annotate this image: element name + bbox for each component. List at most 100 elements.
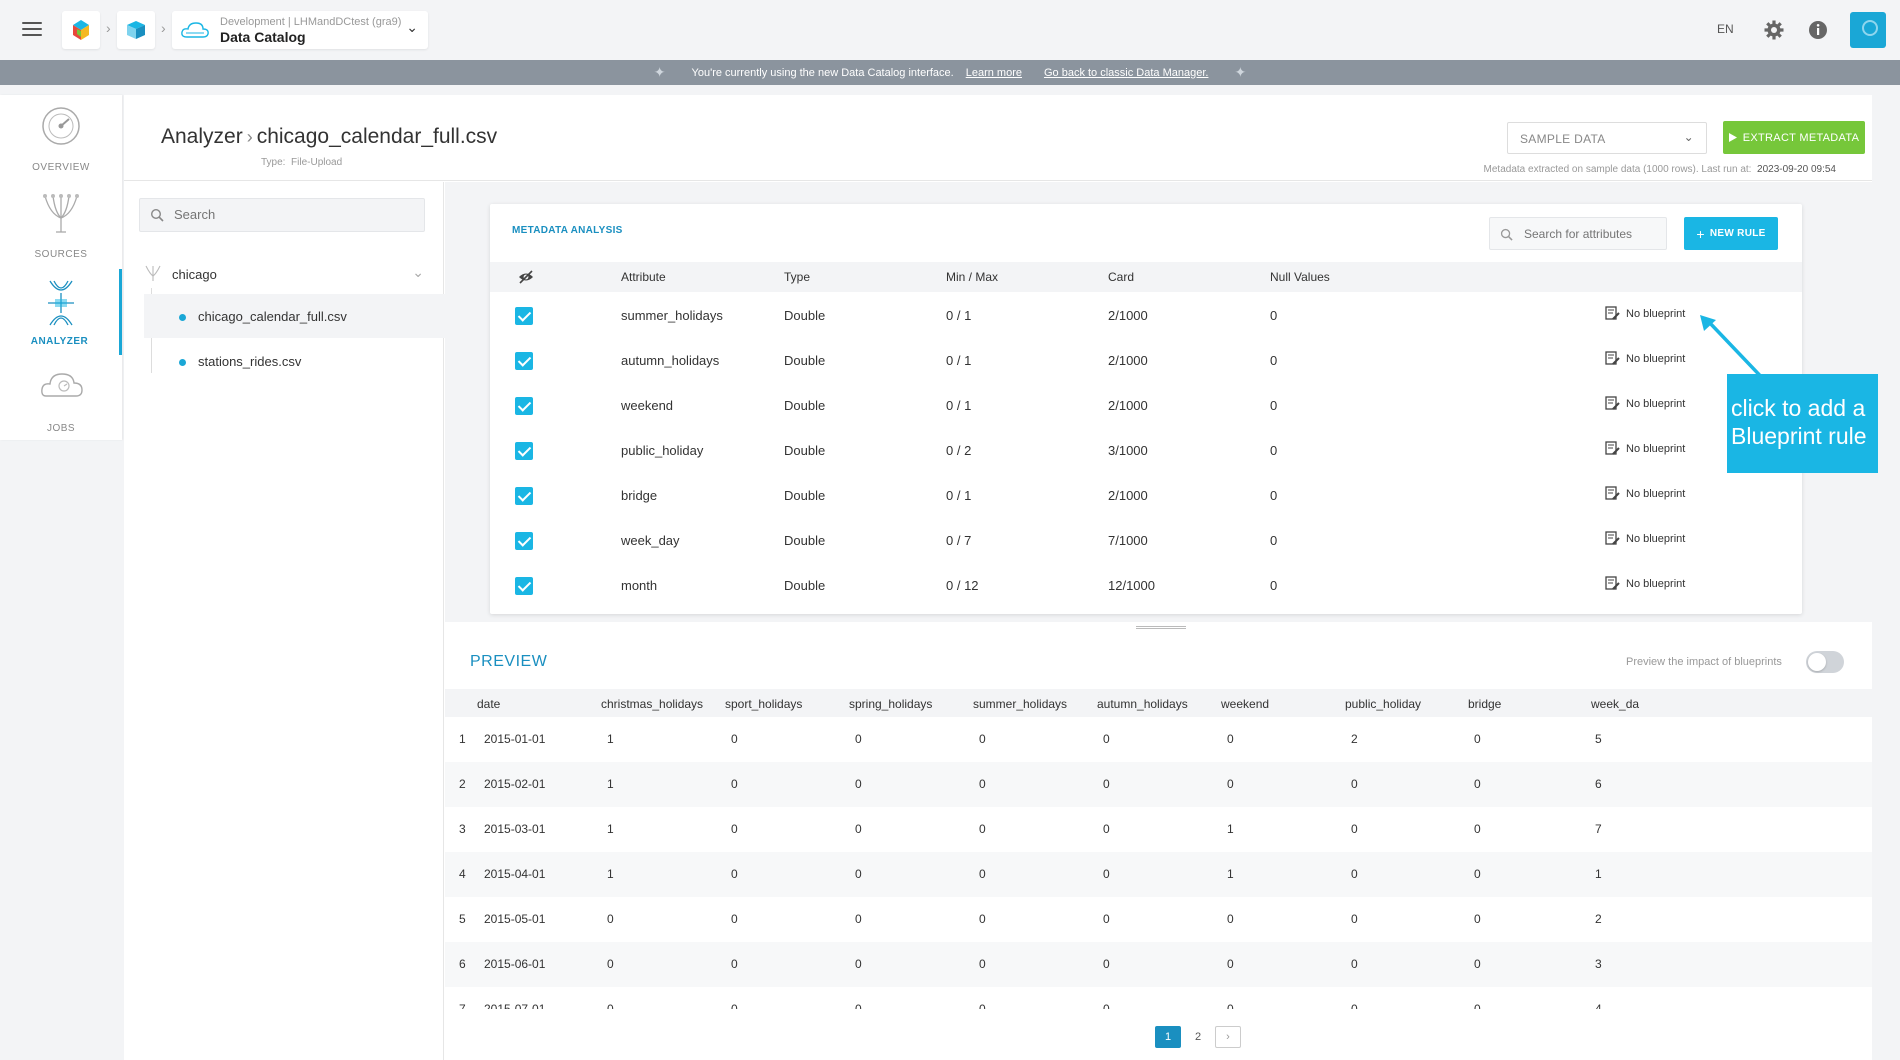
preview-cell: 0 xyxy=(855,777,862,791)
preview-column-header: date xyxy=(477,697,501,711)
preview-cell: 0 xyxy=(1474,822,1481,836)
page-2-button[interactable]: 2 xyxy=(1185,1026,1211,1048)
preview-cell: 2015-04-01 xyxy=(484,867,546,881)
attribute-nulls: 0 xyxy=(1270,488,1278,503)
preview-cell: 0 xyxy=(855,867,862,881)
attribute-checkbox[interactable] xyxy=(515,397,533,415)
attribute-card: 2/1000 xyxy=(1108,353,1148,368)
nav-item-analyzer[interactable]: ANALYZER xyxy=(0,269,122,355)
blueprint-label: No blueprint xyxy=(1626,397,1686,410)
nav-item-overview[interactable]: OVERVIEW xyxy=(0,95,122,181)
attribute-search[interactable] xyxy=(1489,217,1667,250)
next-page-button[interactable]: › xyxy=(1215,1026,1241,1048)
blueprint-label: No blueprint xyxy=(1626,307,1686,320)
attribute-minmax: 0 / 7 xyxy=(946,533,972,548)
resize-handle[interactable] xyxy=(1136,625,1186,631)
file-dot-icon xyxy=(179,359,186,366)
file-name: stations_rides.csv xyxy=(198,354,302,369)
user-avatar[interactable] xyxy=(1850,12,1886,48)
select-value: SAMPLE DATA xyxy=(1520,132,1606,146)
attribute-type: Double xyxy=(784,308,826,323)
attribute-minmax: 0 / 1 xyxy=(946,488,972,503)
metadata-row: autumn_holidays Double 0 / 1 2/1000 0 No blue… xyxy=(490,338,1802,383)
gauge-icon xyxy=(42,107,80,145)
extract-metadata-button[interactable]: EXTRACT METADATA xyxy=(1723,121,1865,154)
attribute-checkbox[interactable] xyxy=(515,577,533,595)
jobs-icon xyxy=(41,373,83,397)
preview-cell: 7 xyxy=(1595,822,1602,836)
nav-label: SOURCES xyxy=(34,249,88,260)
blueprint-link[interactable]: No blueprint xyxy=(1605,441,1685,456)
attribute-checkbox[interactable] xyxy=(515,442,533,460)
blueprint-impact-toggle[interactable] xyxy=(1806,651,1844,673)
folder-chicago[interactable]: chicago ⌄ xyxy=(144,264,424,286)
attribute-checkbox[interactable] xyxy=(515,307,533,325)
nav-item-sources[interactable]: SOURCES xyxy=(0,182,122,268)
preview-column-header: summer_holidays xyxy=(973,697,1068,711)
page-1-button[interactable]: 1 xyxy=(1155,1026,1181,1048)
preview-cell: 3 xyxy=(1595,957,1602,971)
classic-data-manager-link[interactable]: Go back to classic Data Manager. xyxy=(1044,67,1208,79)
metadata-row: public_holiday Double 0 / 2 3/1000 0 No bluep… xyxy=(490,428,1802,473)
attribute-nulls: 0 xyxy=(1270,308,1278,323)
nav-item-jobs[interactable]: JOBS xyxy=(0,356,122,442)
file-item-selected[interactable]: chicago_calendar_full.csv xyxy=(144,294,448,338)
preview-cell: 0 xyxy=(855,912,862,926)
blueprint-link[interactable]: No blueprint xyxy=(1605,531,1685,546)
row-number: 3 xyxy=(459,822,466,836)
search-icon xyxy=(150,208,164,222)
tree-search[interactable] xyxy=(139,198,425,232)
datalake-button[interactable] xyxy=(117,11,155,49)
preview-cell: 2 xyxy=(1351,732,1358,746)
blueprint-link[interactable]: No blueprint xyxy=(1605,486,1685,501)
attribute-name: week_day xyxy=(621,533,680,548)
preview-cell: 0 xyxy=(1103,1002,1110,1009)
file-item[interactable]: stations_rides.csv xyxy=(144,339,448,383)
attribute-card: 3/1000 xyxy=(1108,443,1148,458)
type-label: Type: xyxy=(261,157,286,168)
breadcrumb-root[interactable]: Analyzer xyxy=(161,125,243,148)
button-label: EXTRACT METADATA xyxy=(1742,131,1860,144)
blueprint-link[interactable]: No blueprint xyxy=(1605,306,1685,321)
plus-icon: + xyxy=(1696,225,1705,242)
attribute-name: autumn_holidays xyxy=(621,353,720,368)
preview-cell: 0 xyxy=(1351,867,1358,881)
preview-cell: 0 xyxy=(731,732,738,746)
eye-slash-icon[interactable] xyxy=(518,270,534,284)
metadata-row: month Double 0 / 12 12/1000 0 No blueprint xyxy=(490,563,1802,608)
blueprint-link[interactable]: No blueprint xyxy=(1605,396,1685,411)
preview-cell: 0 xyxy=(1103,822,1110,836)
attribute-checkbox[interactable] xyxy=(515,487,533,505)
col-card: Card xyxy=(1108,270,1135,284)
attribute-name: summer_holidays xyxy=(621,308,723,323)
chevron-down-icon[interactable]: ⌄ xyxy=(412,264,424,281)
callout-line-1: click to add a xyxy=(1731,395,1866,421)
new-rule-button[interactable]: + NEW RULE xyxy=(1684,217,1778,250)
preview-cell: 1 xyxy=(1227,867,1234,881)
main-panel: Analyzer › chicago_calendar_full.csv Type:… xyxy=(124,95,1872,1060)
blueprint-link[interactable]: No blueprint xyxy=(1605,576,1685,591)
preview-column-header: christmas_holidays xyxy=(601,697,704,711)
row-number: 4 xyxy=(459,867,466,881)
preview-cell: 1 xyxy=(607,732,614,746)
blueprint-link[interactable]: No blueprint xyxy=(1605,351,1685,366)
attribute-checkbox[interactable] xyxy=(515,532,533,550)
learn-more-link[interactable]: Learn more xyxy=(966,67,1022,79)
menu-icon[interactable] xyxy=(22,18,42,42)
attribute-card: 2/1000 xyxy=(1108,398,1148,413)
attribute-checkbox[interactable] xyxy=(515,352,533,370)
gear-icon[interactable] xyxy=(1763,19,1785,41)
project-selector[interactable]: Development | LHMandDCtest (gra9) Data C… xyxy=(172,11,428,49)
info-icon[interactable] xyxy=(1807,19,1829,41)
attribute-search-input[interactable] xyxy=(1524,227,1659,241)
sample-data-select[interactable]: SAMPLE DATA ⌄ xyxy=(1507,122,1707,154)
search-input[interactable] xyxy=(174,207,404,222)
chevron-down-icon: ⌄ xyxy=(1683,130,1694,144)
language-selector[interactable]: EN xyxy=(1717,22,1734,36)
preview-row: 5 2015-05-01 0 0 0 0 0 0 0 0 2 xyxy=(445,897,1872,942)
blueprint-edit-icon xyxy=(1605,486,1620,500)
attribute-type: Double xyxy=(784,578,826,593)
home-logo-button[interactable] xyxy=(62,11,100,49)
preview-cell: 0 xyxy=(1103,732,1110,746)
preview-column-header: week_da xyxy=(1591,697,1640,711)
